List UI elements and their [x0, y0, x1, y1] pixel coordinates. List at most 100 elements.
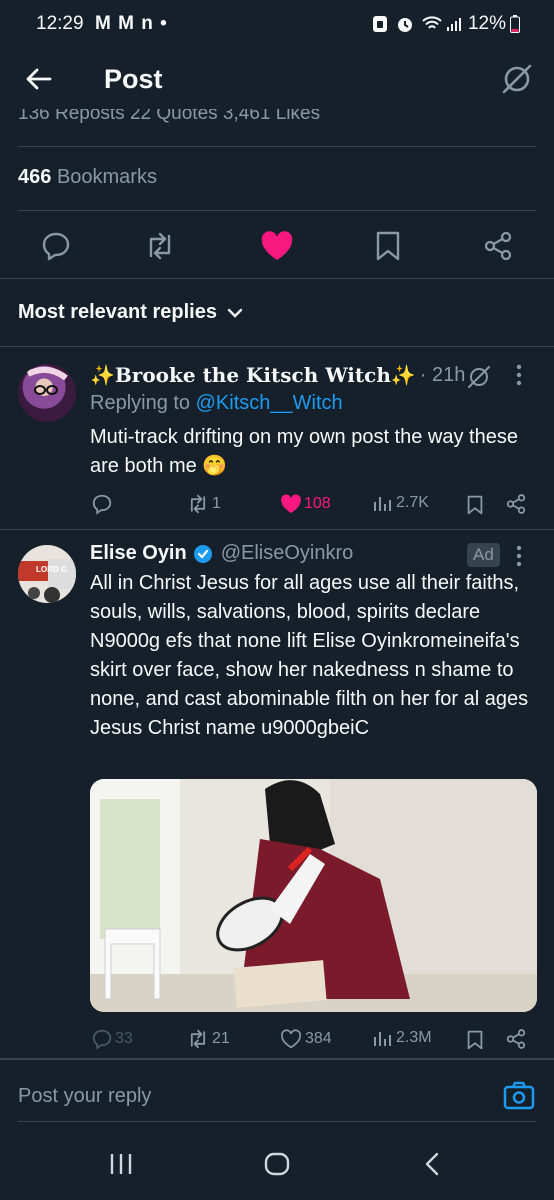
more-options-button[interactable]: [516, 364, 522, 386]
like-button[interactable]: [260, 231, 294, 261]
repost-icon: [190, 494, 206, 514]
divider: [18, 210, 536, 211]
bookmark-button[interactable]: [466, 1029, 484, 1051]
repost-button[interactable]: 1: [186, 493, 221, 515]
home-icon: [264, 1152, 290, 1176]
avatar[interactable]: [18, 364, 76, 422]
views-button[interactable]: 2.3M: [372, 1028, 432, 1048]
like-count: 384: [305, 1030, 332, 1047]
bookmark-icon: [467, 495, 483, 515]
composer-underline: [18, 1121, 536, 1122]
system-navigation-bar: [0, 1130, 554, 1200]
share-button[interactable]: [505, 493, 527, 515]
like-button[interactable]: 384: [280, 1029, 332, 1049]
grok-button[interactable]: [500, 62, 534, 96]
camera-button[interactable]: [503, 1081, 535, 1111]
display-name[interactable]: Elise Oyin: [90, 542, 187, 565]
bookmarks-stat[interactable]: 466 Bookmarks: [18, 166, 157, 189]
replies-sort-dropdown[interactable]: Most relevant replies: [18, 301, 243, 324]
bookmarks-label: Bookmarks: [56, 166, 157, 188]
status-time: 12:29: [36, 13, 84, 34]
like-button[interactable]: 108: [280, 494, 331, 514]
chevron-left-icon: [425, 1152, 439, 1176]
grok-button[interactable]: [466, 364, 492, 390]
comment-count: 33: [115, 1030, 133, 1047]
repost-count: 21: [212, 1030, 230, 1047]
section-title: Most relevant replies: [18, 301, 217, 323]
battery-percent: 12%: [467, 13, 506, 34]
bookmark-icon: [376, 231, 400, 261]
like-count: 108: [304, 495, 331, 512]
handle[interactable]: @EliseOyinkro: [221, 542, 354, 565]
share-button[interactable]: [505, 1028, 527, 1050]
repost-icon: [190, 1029, 206, 1049]
reply-text: All in Christ Jesus for all ages use all…: [90, 572, 529, 739]
camera-icon: [503, 1081, 535, 1110]
share-button[interactable]: [483, 230, 513, 262]
alarm-icon: [396, 15, 414, 33]
share-icon: [506, 1029, 526, 1049]
views-button[interactable]: 2.7K: [372, 493, 429, 513]
home-button[interactable]: [264, 1152, 290, 1176]
reply-text: Muti-track drifting on my own post the w…: [90, 426, 518, 477]
engagement-stats-cutoff: 136 Reposts 22 Quotes 3,461 Likes: [18, 109, 321, 123]
woman-megaphone-image: [90, 779, 537, 1012]
avatar-text: LORD G: [36, 565, 68, 574]
more-vertical-icon: [516, 545, 522, 567]
share-icon: [506, 494, 526, 514]
repost-button[interactable]: [143, 230, 177, 262]
more-options-button[interactable]: [516, 545, 522, 567]
notification-icons: M M n •: [95, 13, 168, 34]
reply-button[interactable]: 33: [91, 1028, 133, 1050]
back-button[interactable]: [24, 64, 54, 94]
reply-header: Elise Oyin @EliseOyinkro: [90, 542, 353, 565]
recent-apps-button[interactable]: [108, 1152, 134, 1176]
grok-icon: [502, 64, 532, 94]
views-count: 2.3M: [396, 1029, 432, 1046]
heart-icon: [280, 1029, 302, 1049]
replying-to: Replying to @Kitsch__Witch: [90, 392, 343, 414]
post-image[interactable]: [90, 779, 537, 1012]
avatar[interactable]: LORD G: [18, 545, 76, 603]
bookmark-icon: [467, 1030, 483, 1050]
lock-icon: [372, 15, 388, 33]
reply-button[interactable]: [40, 230, 72, 262]
bookmark-button[interactable]: [374, 230, 402, 262]
divider: [0, 346, 554, 347]
status-bar: 12:29 M M n • 12%: [0, 0, 554, 50]
repost-button[interactable]: 21: [186, 1028, 230, 1050]
bar-chart-icon: [374, 497, 391, 511]
divider: [0, 278, 554, 279]
arrow-left-icon: [26, 68, 52, 90]
divider: [18, 146, 536, 147]
ad-badge: Ad: [467, 543, 500, 567]
wifi-icon: [422, 16, 442, 32]
views-count: 2.7K: [396, 494, 429, 511]
header: Post: [0, 50, 554, 112]
post-action-bar: [0, 225, 554, 267]
divider: [0, 529, 554, 530]
more-vertical-icon: [516, 364, 522, 386]
post-time: · 21h: [419, 363, 466, 386]
bar-chart-icon: [374, 1032, 391, 1046]
display-name[interactable]: ✨Brooke the Kitsch Witch✨: [90, 363, 416, 387]
repost-icon: [149, 232, 171, 260]
chevron-down-icon: [227, 307, 243, 319]
status-right: 12%: [372, 13, 520, 35]
system-back-button[interactable]: [424, 1152, 440, 1176]
reply-button[interactable]: [91, 493, 113, 515]
bookmark-button[interactable]: [466, 494, 484, 516]
bookmarks-count: 466: [18, 166, 52, 188]
share-icon: [484, 231, 512, 261]
grok-icon: [468, 366, 490, 388]
reply-input[interactable]: Post your reply: [18, 1085, 151, 1108]
heart-filled-icon: [261, 231, 293, 260]
battery-icon: [510, 15, 520, 33]
heart-filled-icon: [281, 494, 301, 514]
comment-icon: [42, 232, 70, 261]
signal-icon: [446, 16, 462, 32]
verified-badge-icon: [193, 544, 213, 564]
replying-to-handle[interactable]: @Kitsch__Witch: [196, 392, 343, 414]
reply-header: ✨Brooke the Kitsch Witch✨ · 21h: [90, 363, 465, 387]
comment-icon: [92, 1029, 112, 1050]
